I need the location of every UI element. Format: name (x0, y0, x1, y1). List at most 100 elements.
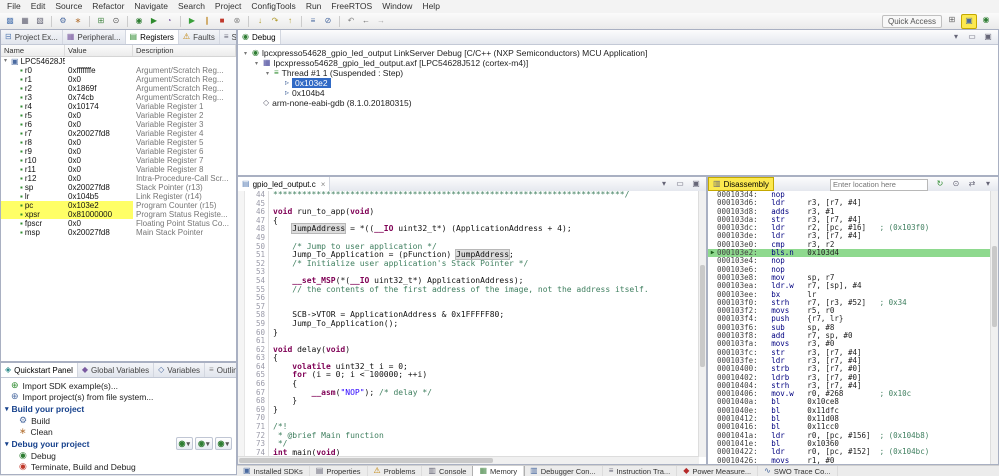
resume-icon[interactable]: ▶ (185, 15, 199, 28)
scrollbar-thumb[interactable] (239, 458, 493, 463)
register-row[interactable]: ▪lr0x104b5Link Register (r14) (1, 192, 236, 201)
linked-icon[interactable]: ⇄ (965, 178, 979, 191)
menu-edit[interactable]: Edit (26, 0, 51, 13)
tab-peripheral-[interactable]: ▦Peripheral... (63, 30, 126, 44)
debug-tree-row[interactable]: ▾◉lpcxpresso54628_gpio_led_output LinkSe… (238, 48, 998, 58)
menu-configtools[interactable]: ConfigTools (246, 0, 300, 13)
last-edit-icon[interactable]: ↶ (344, 15, 358, 28)
forward-icon[interactable]: → (374, 15, 388, 28)
menu-file[interactable]: File (2, 0, 26, 13)
quickstart-section[interactable]: ▾Build your project (1, 402, 236, 415)
quickstart-item[interactable]: ⚙Build (1, 415, 236, 426)
debug-dropdown-icon[interactable]: ◉▾ (176, 437, 194, 450)
location-input[interactable] (830, 179, 928, 191)
tab-quickstart-panel[interactable]: ◈Quickstart Panel (1, 363, 78, 377)
view-menu-icon[interactable]: ▾ (949, 31, 963, 44)
register-row[interactable]: ▪r60x0Variable Register 3 (1, 120, 236, 129)
debug-dropdown-icon[interactable]: ◉▾ (195, 437, 213, 450)
save-icon[interactable]: ▦ (18, 15, 32, 28)
debug-tree-row[interactable]: ▾≡Thread #1 1 (Suspended : Step) (238, 68, 998, 78)
terminate-icon[interactable]: ■ (215, 15, 229, 28)
run-icon[interactable]: ▶ (147, 15, 161, 28)
quickstart-item[interactable]: ∗Clean (1, 426, 236, 437)
register-row[interactable]: ▪fpscr0x0Floating Point Status Co... (1, 219, 236, 228)
debug-icon[interactable]: ◉ (132, 15, 146, 28)
quick-access-button[interactable]: Quick Access (882, 15, 942, 28)
step-return-icon[interactable]: ↑ (283, 15, 297, 28)
scrollbar-thumb[interactable] (700, 265, 705, 366)
cpp-perspective-icon[interactable]: ▣ (961, 14, 977, 29)
tab-global-variables[interactable]: ◆Global Variables (78, 363, 154, 377)
search-icon[interactable]: ⊙ (109, 15, 123, 28)
menu-run[interactable]: Run (301, 0, 327, 13)
back-icon[interactable]: ← (359, 15, 373, 28)
expander-icon[interactable]: ▾ (2, 57, 9, 66)
debug-tree-row[interactable]: ▹0x104b4 (238, 88, 998, 98)
clean-icon[interactable]: ∗ (71, 15, 85, 28)
register-row[interactable]: ▪r90x0Variable Register 6 (1, 147, 236, 156)
expander-icon[interactable]: ▾ (264, 70, 271, 77)
quickstart-item[interactable]: ⊕Import project(s) from file system... (1, 391, 236, 402)
menu-window[interactable]: Window (377, 0, 417, 13)
editor-gutter[interactable]: 4445464748495051525354555657585960616263… (245, 191, 269, 457)
scrollbar-thumb[interactable] (992, 246, 997, 328)
menu-freertos[interactable]: FreeRTOS (326, 0, 377, 13)
suspend-icon[interactable]: ∥ (200, 15, 214, 28)
quickstart-item[interactable]: ◉Debug (1, 450, 236, 461)
debug-dropdown-icon[interactable]: ◉▾ (215, 437, 233, 450)
menu-navigate[interactable]: Navigate (129, 0, 173, 13)
register-row[interactable]: ▪r100x0Variable Register 7 (1, 156, 236, 165)
register-row[interactable]: ▪r40x10174Variable Register 1 (1, 102, 236, 111)
tab-editor-gpio-led-output-c[interactable]: ▤ gpio_led_output.c × (238, 177, 330, 191)
tab-registers[interactable]: ▤Registers (126, 30, 179, 44)
register-row[interactable]: ▾▣LPC54628J512 (cort... (1, 57, 236, 66)
register-row[interactable]: ▪sp0x20027fd8Stack Pointer (r13) (1, 183, 236, 192)
new-wizard-icon[interactable]: ▩ (3, 15, 17, 28)
scroll-lock-icon[interactable]: ⊙ (949, 178, 963, 191)
register-row[interactable]: ▪r50x0Variable Register 2 (1, 111, 236, 120)
register-row[interactable]: ▪r00xfffffffeArgument/Scratch Reg... (1, 66, 236, 75)
disassembly-body[interactable]: 000103d4: nop000103d6: ldr r3, [r7, #4]0… (708, 191, 991, 464)
expander-icon[interactable]: ▾ (242, 50, 249, 57)
maximize-icon[interactable]: ▣ (981, 31, 995, 44)
debug-tree-row[interactable]: ▹0x103e2 (238, 78, 998, 88)
editor-horizontal-scrollbar[interactable] (238, 456, 699, 464)
quickstart-item[interactable]: ⊕Import SDK example(s)... (1, 380, 236, 391)
register-row[interactable]: ▪r70x20027fd8Variable Register 4 (1, 129, 236, 138)
disassembly-scrollbar[interactable] (990, 191, 998, 464)
instruction-stepping-icon[interactable]: ≡ (306, 15, 320, 28)
menu-project[interactable]: Project (210, 0, 246, 13)
code-area[interactable]: 4445464748495051525354555657585960616263… (238, 191, 699, 457)
disconnect-icon[interactable]: ⊗ (230, 15, 244, 28)
editor-vertical-scrollbar[interactable] (698, 191, 706, 457)
register-row[interactable]: ▪r20x1869fArgument/Scratch Reg... (1, 84, 236, 93)
annotation-ruler[interactable] (238, 191, 245, 457)
tab-project-ex-[interactable]: ⊟Project Ex... (1, 30, 63, 44)
column-header-description[interactable]: Description (133, 45, 236, 56)
column-header-value[interactable]: Value (65, 45, 133, 56)
quickstart-section[interactable]: ▾Debug your project◉▾◉▾◉▾ (1, 437, 236, 450)
maximize-icon[interactable]: ▣ (689, 178, 703, 191)
register-row[interactable]: ▪r30x74cbArgument/Scratch Reg... (1, 93, 236, 102)
step-over-icon[interactable]: ↷ (268, 15, 282, 28)
minimize-icon[interactable]: ▭ (965, 31, 979, 44)
minimize-icon[interactable]: ▭ (673, 178, 687, 191)
register-row[interactable]: ▪r80x0Variable Register 5 (1, 138, 236, 147)
column-header-name[interactable]: Name (1, 45, 65, 56)
tab-symbol-vi-[interactable]: ≡Symbol Vi... (220, 30, 236, 44)
debug-tree-row[interactable]: ▾▦lpcxpresso54628_gpio_led_output.axf [L… (238, 58, 998, 68)
register-row[interactable]: ▪r110x0Variable Register 8 (1, 165, 236, 174)
breakpoint-toggle-icon[interactable]: ⊘ (321, 15, 335, 28)
register-row[interactable]: ▪msp0x20027fd8Main Stack Pointer (1, 228, 236, 237)
quickstart-item[interactable]: ◉Terminate, Build and Debug (1, 461, 236, 472)
build-icon[interactable]: ⚙ (56, 15, 70, 28)
register-row[interactable]: ▪r120x0Intra-Procedure-Call Scr... (1, 174, 236, 183)
step-into-icon[interactable]: ↓ (253, 15, 267, 28)
menu-help[interactable]: Help (417, 0, 444, 13)
register-row[interactable]: ▪pc0x103e2Program Counter (r15) (1, 201, 236, 210)
tab-faults[interactable]: ⚠Faults (179, 30, 220, 44)
tab-variables[interactable]: ◇Variables (154, 363, 205, 377)
open-perspective-icon[interactable]: ⊞ (945, 14, 959, 27)
save-all-icon[interactable]: ▧ (33, 15, 47, 28)
menu-refactor[interactable]: Refactor (87, 0, 129, 13)
